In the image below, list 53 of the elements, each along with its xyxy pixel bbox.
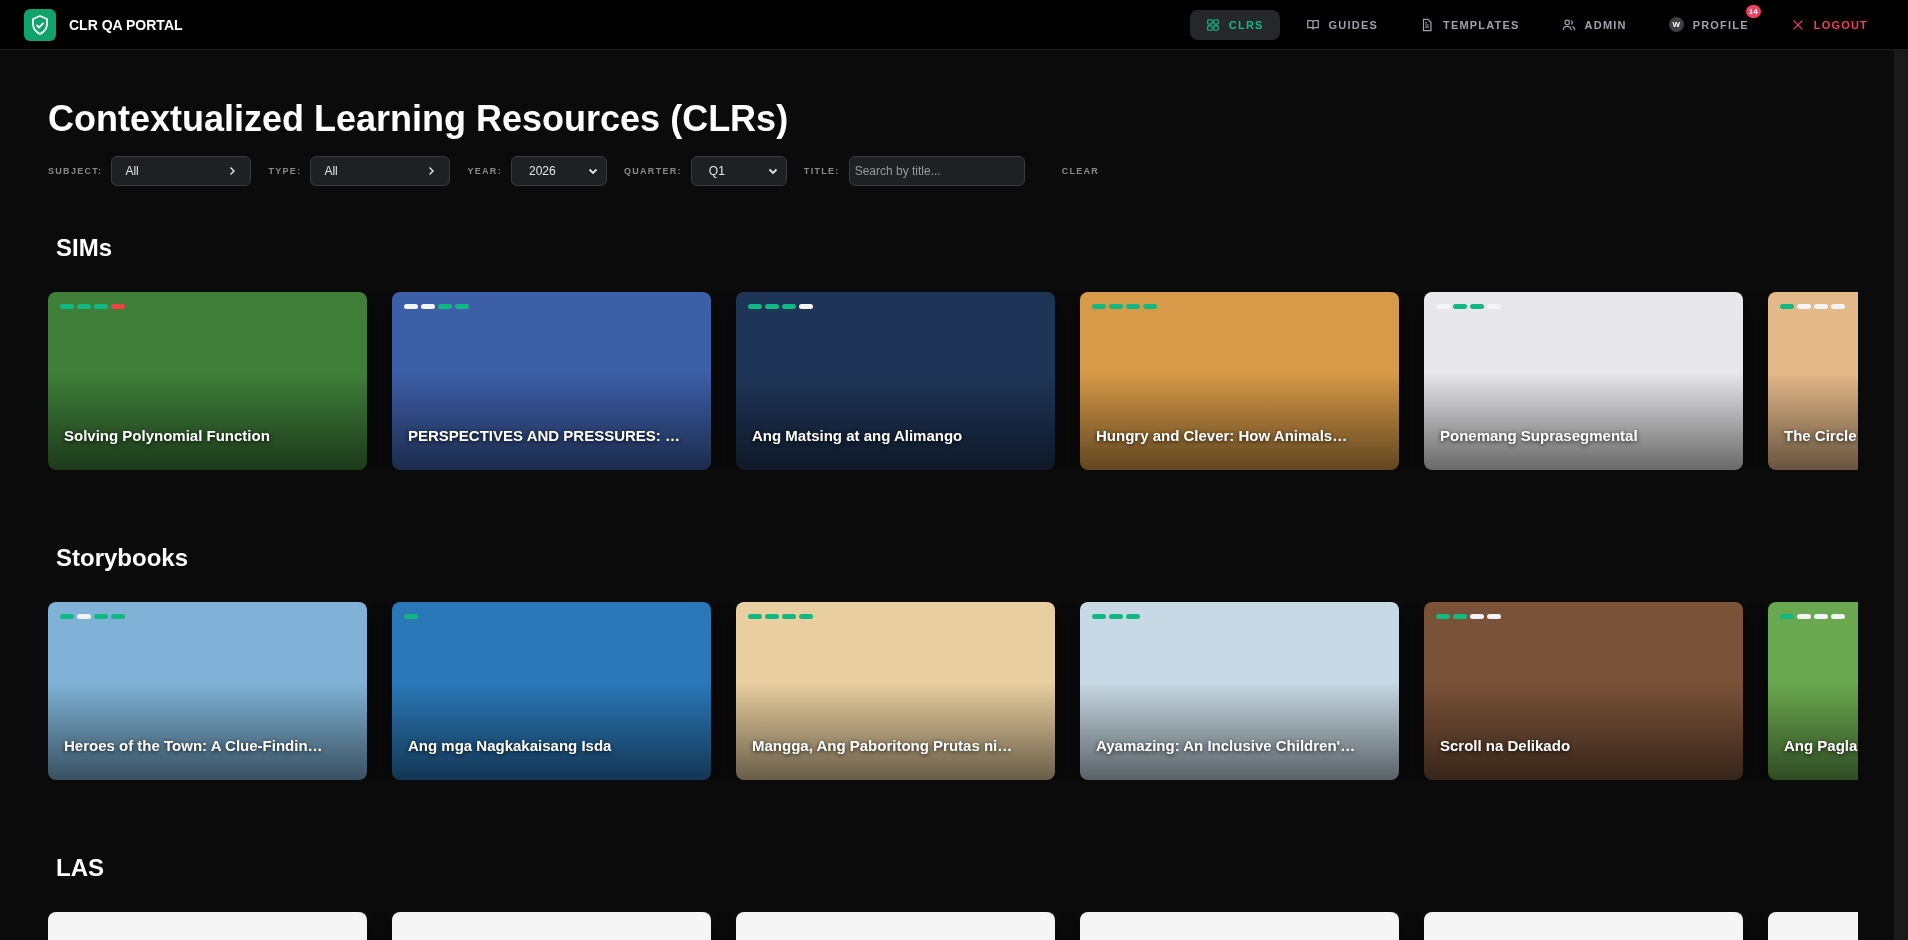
grid-icon	[1205, 17, 1220, 32]
filter-label: TYPE:	[268, 166, 302, 176]
card-title: Hungry and Clever: How Animals…	[1096, 427, 1348, 444]
nav-tab[interactable]: TEMPLATES	[1404, 9, 1536, 40]
avatar: W	[1668, 17, 1684, 32]
brand-name: CLR QA PORTAL	[69, 16, 183, 33]
card-title: Heroes of the Town: A Clue-Findin…	[64, 737, 323, 754]
filter-label: TITLE:	[803, 166, 840, 176]
dropdown[interactable]: Q1	[690, 156, 787, 186]
card-title: Ang mga Nagkakaisang Isda	[408, 737, 612, 754]
section-heading: LAS	[56, 854, 105, 882]
card-title: PERSPECTIVES AND PRESSURES: …	[408, 427, 680, 444]
resource-card[interactable]: The Circle	[1768, 292, 1858, 470]
resource-card[interactable]: Hungry and Clever: How Animals…	[1080, 292, 1399, 470]
shield-check-icon	[24, 8, 56, 41]
page-title: Contextualized Learning Resources (CLRs)	[48, 98, 790, 140]
card-title: Ayamazing: An Inclusive Children'…	[1096, 737, 1356, 754]
resource-card[interactable]: Solving Polynomial Function	[48, 292, 367, 470]
resource-card[interactable]: Ang Matsing at ang Alimango	[736, 292, 1055, 470]
clear-button[interactable]: CLEAR	[1055, 165, 1106, 177]
card-title: Mangga, Ang Paboritong Prutas ni…	[752, 737, 1013, 754]
resource-card[interactable]: Scroll na Delikado	[1424, 602, 1743, 780]
card-title: Ponemang Suprasegmental	[1440, 427, 1638, 444]
card-title: Ang Pagla	[1784, 737, 1858, 754]
filter-picker[interactable]: All	[111, 156, 252, 186]
resource-card[interactable]: Ang Pagla	[1768, 602, 1858, 780]
resource-card[interactable]: Heroes of the Town: A Clue-Findin…	[48, 602, 367, 780]
notification-badge: 14	[1745, 5, 1761, 18]
nav-tab[interactable]: ADMIN	[1545, 9, 1643, 40]
card-title: The Circle	[1784, 427, 1857, 444]
section-heading: SIMs	[56, 234, 113, 262]
chevron-down-icon	[767, 166, 778, 176]
nav-tab[interactable]: GUIDES	[1289, 9, 1394, 40]
filter-label: QUARTER:	[623, 166, 682, 176]
dropdown[interactable]: 2026	[510, 156, 607, 186]
resource-card[interactable]: PERSPECTIVES AND PRESSURES: …	[392, 292, 711, 470]
card-title: Scroll na Delikado	[1440, 737, 1571, 754]
search-field[interactable]: Search by title...	[848, 156, 1025, 186]
book-icon	[1305, 17, 1320, 32]
scrollbar[interactable]	[1894, 50, 1908, 940]
chevron-down-icon	[587, 166, 598, 176]
nav-tab[interactable]: LOGOUT	[1774, 9, 1884, 40]
nav-tab[interactable]: CLRS	[1189, 9, 1280, 40]
card-title: Ang Matsing at ang Alimango	[752, 427, 963, 444]
filter-label: YEAR:	[467, 166, 502, 176]
resource-card[interactable]: Mangga, Ang Paboritong Prutas ni…	[736, 602, 1055, 780]
section-heading: Storybooks	[56, 544, 190, 572]
card-title: Solving Polynomial Function	[64, 427, 270, 444]
filter-label: SUBJECT:	[48, 166, 103, 176]
resource-card[interactable]: Ang mga Nagkakaisang Isda	[392, 602, 711, 780]
document-icon	[1420, 17, 1434, 32]
users-icon	[1561, 17, 1576, 32]
filter-picker[interactable]: All	[310, 156, 451, 186]
